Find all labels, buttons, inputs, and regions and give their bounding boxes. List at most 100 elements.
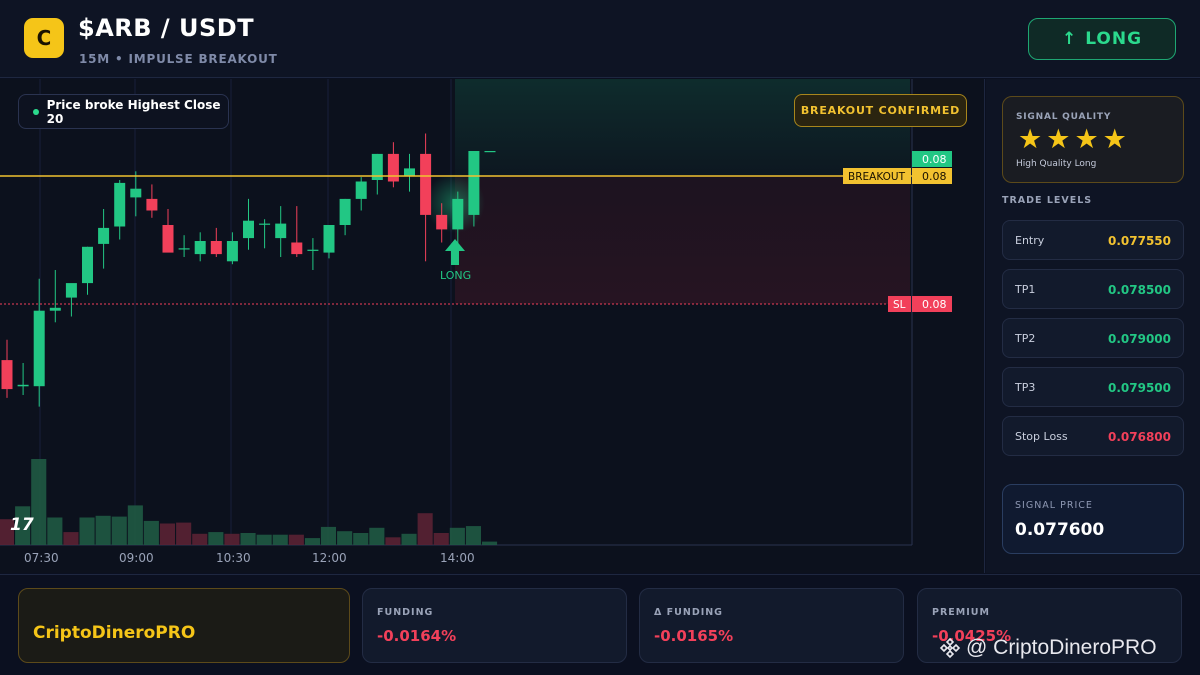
volume-bar: [176, 522, 192, 545]
candle: [275, 206, 287, 257]
candle: [49, 270, 61, 323]
volume-bar: [143, 520, 159, 545]
trade-levels-title: TRADE LEVELS: [1002, 195, 1093, 206]
candle: [259, 219, 271, 249]
volume-bar: [272, 534, 288, 545]
long-button[interactable]: ↑ LONG: [1028, 18, 1176, 60]
volume-bar: [385, 537, 401, 545]
stat-value: -0.0165%: [654, 627, 734, 645]
stat-value: -0.0164%: [377, 627, 457, 645]
x-tick-label: 07:30: [24, 551, 59, 565]
volume-bar: [401, 533, 417, 545]
stat-label: Δ FUNDING: [654, 607, 723, 618]
candle: [162, 209, 174, 253]
price-pill-text: Price broke Highest Close 20: [46, 97, 221, 126]
breakout-price-tag-text: 0.08: [922, 170, 947, 183]
pair-subtitle: 15M • IMPULSE BREAKOUT: [79, 52, 278, 66]
candle: [82, 246, 93, 295]
volume-bar: [304, 538, 320, 545]
stat-label: PREMIUM: [932, 607, 990, 618]
x-tick-label: 14:00: [440, 551, 475, 565]
volume-bar: [127, 505, 143, 545]
current-price-tag-text: 0.08: [922, 153, 947, 166]
x-tick-label: 10:30: [216, 551, 251, 565]
brand-card: CriptoDineroPRO: [18, 588, 350, 663]
delta-funding-card: Δ FUNDING -0.0165%: [639, 588, 904, 663]
signal-quality-card: SIGNAL QUALITY ★ ★ ★ ★ High Quality Long: [1002, 96, 1184, 183]
level-value: 0.076800: [1107, 430, 1171, 444]
breakout-confirmed-badge: BREAKOUT CONFIRMED: [794, 94, 967, 127]
volume-bar: [111, 516, 127, 545]
x-tick-label: 12:00: [312, 551, 347, 565]
level-label: TP1: [1015, 283, 1036, 296]
chart-canvas[interactable]: 0.08 BREAKOUT 0.08 SL 0.08 LONG 07:30 09:…: [0, 79, 985, 573]
candle: [291, 206, 303, 257]
candle: [339, 198, 351, 236]
rating-stars: ★ ★ ★ ★: [1018, 125, 1127, 155]
volume-bar: [482, 541, 498, 545]
candle: [17, 363, 29, 395]
volume-bar: [449, 527, 465, 545]
level-row-tp2: TP2 0.079000: [1002, 318, 1184, 358]
candle: [33, 278, 45, 407]
price-broke-pill: Price broke Highest Close 20: [18, 94, 229, 129]
volume-bar: [208, 532, 224, 545]
candle: [307, 238, 319, 270]
level-value: 0.079000: [1107, 332, 1171, 346]
candle: [146, 184, 158, 218]
app-logo: C: [24, 18, 64, 58]
candle: [387, 142, 399, 188]
volume-bar: [369, 527, 385, 545]
volume-bar: [320, 526, 336, 545]
x-tick-label: 09:00: [119, 551, 154, 565]
tradingview-logo-icon[interactable]: 17: [10, 515, 34, 535]
volume-bar: [192, 533, 208, 545]
signal-price-value: 0.077600: [1015, 520, 1105, 540]
volume-bar: [79, 517, 95, 545]
candle: [130, 171, 142, 217]
star-icon: ★: [1074, 124, 1099, 155]
signal-price-title: SIGNAL PRICE: [1015, 500, 1093, 511]
volume-bar: [465, 526, 481, 545]
long-button-label: LONG: [1085, 29, 1143, 49]
price-chart[interactable]: 0.08 BREAKOUT 0.08 SL 0.08 LONG 07:30 09:…: [0, 79, 985, 573]
level-label: Stop Loss: [1015, 430, 1068, 443]
level-value: 0.079500: [1107, 381, 1171, 395]
header: C $ARB / USDT 15M • IMPULSE BREAKOUT ↑ L…: [0, 0, 1200, 78]
volume-bar: [240, 533, 256, 545]
volume-bar: [63, 532, 79, 545]
candle: [210, 227, 222, 257]
funding-card: FUNDING -0.0164%: [362, 588, 627, 663]
watermark-text: @ CriptoDineroPRO: [966, 636, 1157, 659]
volume-bar: [95, 515, 111, 545]
sidebar: SIGNAL QUALITY ★ ★ ★ ★ High Quality Long…: [986, 79, 1200, 573]
level-label: TP2: [1015, 332, 1036, 345]
signal-quality-subtitle: High Quality Long: [1016, 159, 1097, 169]
sl-price-tag-text: 0.08: [922, 298, 947, 311]
volume-bar: [353, 533, 369, 545]
binance-logo-icon: [939, 637, 961, 659]
brand-name: CriptoDineroPRO: [33, 623, 196, 643]
star-icon: ★: [1102, 124, 1127, 155]
volume-bar: [159, 523, 175, 545]
candle: [178, 235, 190, 257]
volume-bar: [337, 531, 353, 545]
volume-bar: [47, 517, 63, 545]
level-value: 0.078500: [1107, 283, 1171, 297]
candle: [420, 133, 432, 262]
arrow-up-icon: ↑: [1061, 29, 1078, 49]
volume-bar: [288, 534, 304, 545]
candle: [194, 232, 206, 262]
volume-bar: [256, 534, 272, 545]
signal-price-card: SIGNAL PRICE 0.077600: [1002, 484, 1184, 554]
risk-zone: [455, 176, 910, 304]
pair-title: $ARB / USDT: [78, 14, 255, 42]
signal-quality-title: SIGNAL QUALITY: [1016, 112, 1112, 122]
candle: [98, 209, 110, 269]
long-signal-label: LONG: [440, 269, 471, 282]
candle: [65, 283, 77, 317]
level-label: TP3: [1015, 381, 1036, 394]
star-icon: ★: [1046, 124, 1071, 155]
candle: [226, 232, 238, 265]
level-row-tp1: TP1 0.078500: [1002, 269, 1184, 309]
